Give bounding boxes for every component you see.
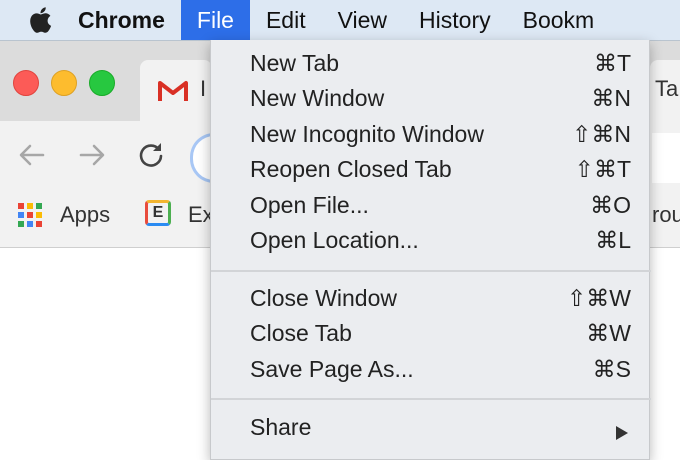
back-arrow-icon[interactable] (17, 140, 47, 175)
apps-grid-icon[interactable] (17, 202, 43, 233)
close-window-button[interactable] (13, 70, 39, 96)
file-menu-dropdown: New Tab ⌘T New Window ⌘N New Incognito W… (210, 40, 651, 460)
menu-bar: Chrome File Edit View History Bookm (0, 0, 680, 41)
menu-chrome[interactable]: Chrome (58, 0, 181, 40)
menu-item-label: Reopen Closed Tab (250, 156, 452, 182)
evernote-bookmark-icon[interactable]: E (145, 200, 171, 226)
shortcut-label: ⌘O (590, 192, 631, 218)
shortcut-label: ⇧⌘T (574, 156, 631, 182)
tab-title: Ta (655, 76, 679, 101)
menu-item-label: Open File... (250, 192, 369, 218)
menu-item-open-location[interactable]: Open Location... ⌘L (211, 225, 651, 260)
menu-item-new-tab[interactable]: New Tab ⌘T (211, 48, 651, 83)
bookmark-apps[interactable]: Apps (60, 202, 110, 228)
menu-item-reopen-closed-tab[interactable]: Reopen Closed Tab ⇧⌘T (211, 154, 651, 189)
menu-item-label: Close Tab (250, 320, 352, 346)
shortcut-label: ⌘W (586, 320, 631, 346)
menu-bookmarks[interactable]: Bookm (507, 0, 611, 40)
menu-file[interactable]: File (180, 0, 250, 40)
gmail-icon (158, 80, 188, 107)
menu-item-label: New Incognito Window (250, 121, 484, 147)
menu-item-save-page-as[interactable]: Save Page As... ⌘S (211, 354, 651, 389)
minimize-window-button[interactable] (51, 70, 77, 96)
apple-icon[interactable] (22, 6, 58, 34)
shortcut-label: ⌘L (595, 227, 631, 253)
menu-separator (211, 398, 651, 400)
menu-item-new-incognito-window[interactable]: New Incognito Window ⇧⌘N (211, 119, 651, 154)
menu-item-label: Save Page As... (250, 356, 414, 382)
menu-separator (211, 270, 651, 272)
shortcut-label: ⌘N (591, 85, 631, 111)
menu-view[interactable]: View (322, 0, 403, 40)
shortcut-label: ⇧⌘W (567, 285, 631, 311)
menu-item-new-window[interactable]: New Window ⌘N (211, 83, 651, 118)
tab-title: I (200, 76, 207, 101)
menu-item-label: New Window (250, 85, 385, 111)
menu-item-close-tab[interactable]: Close Tab ⌘W (211, 318, 651, 353)
menu-history[interactable]: History (403, 0, 507, 40)
shortcut-label: ⌘T (593, 50, 631, 76)
address-bar-end[interactable] (652, 133, 680, 183)
menu-item-label: New Tab (250, 50, 340, 76)
menu-item-share[interactable]: Share (211, 412, 651, 447)
menu-item-label: Close Window (250, 285, 397, 311)
reload-icon[interactable] (136, 140, 166, 175)
bookmark-group[interactable]: rou (652, 202, 680, 228)
menu-item-open-file[interactable]: Open File... ⌘O (211, 190, 651, 225)
menu-item-close-window[interactable]: Close Window ⇧⌘W (211, 283, 651, 318)
zoom-window-button[interactable] (89, 70, 115, 96)
menu-edit[interactable]: Edit (250, 0, 322, 40)
shortcut-label: ⇧⌘N (572, 121, 631, 147)
submenu-arrow-icon (615, 420, 629, 447)
menu-item-label: Open Location... (250, 227, 419, 253)
menu-item-label: Share (250, 414, 312, 440)
shortcut-label: ⌘S (592, 356, 631, 382)
forward-arrow-icon[interactable] (77, 140, 107, 175)
